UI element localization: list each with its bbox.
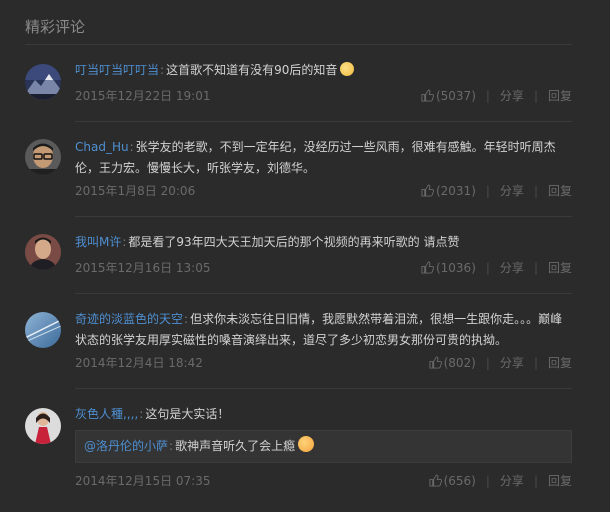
avatar[interactable] <box>25 139 61 175</box>
sweat-smile-emoji-icon <box>340 62 355 76</box>
avatar-blue-sky-image <box>25 312 61 348</box>
avatar[interactable] <box>25 408 61 444</box>
like-button[interactable]: (5037) <box>421 89 476 103</box>
share-button[interactable]: 分享 <box>500 354 524 371</box>
like-count: (1036) <box>435 260 476 275</box>
thumbs-up-icon <box>429 356 442 369</box>
comment-text: 叮当叮当叮叮当: 这首歌不知道有没有90后的知音 <box>75 60 572 81</box>
avatar[interactable] <box>25 64 61 100</box>
like-count: (656) <box>443 473 476 488</box>
comment-username[interactable]: 奇迹的淡蓝色的天空 <box>75 312 183 326</box>
comment-text: 我叫M许: 都是看了93年四大天王加天后的那个视频的再来听歌的 请点赞 <box>75 235 460 249</box>
share-button[interactable]: 分享 <box>500 87 524 104</box>
reply-button[interactable]: 回复 <box>548 472 572 489</box>
reply-button[interactable]: 回复 <box>548 354 572 371</box>
comment-text: Chad_Hu: 张学友的老歌，不到一定年纪，没经历过一些风雨，很难有感触。年轻时… <box>75 140 556 175</box>
comment-date: 2015年12月22日 19:01 <box>75 89 211 103</box>
comment-content: 这句是大实话！ <box>145 407 230 421</box>
kiss-emoji-icon <box>298 436 315 452</box>
like-button[interactable]: (2031) <box>421 184 476 198</box>
share-button[interactable]: 分享 <box>500 259 524 276</box>
thumbs-up-icon <box>429 474 442 487</box>
comment-date: 2015年1月8日 20:06 <box>75 184 196 198</box>
avatar-man-suit-image <box>25 234 61 270</box>
like-count: (2031) <box>435 183 476 198</box>
quoted-reply: @洛丹伦的小萨: 歌神声音听久了会上瘾 <box>75 430 572 463</box>
thumbs-up-icon <box>421 89 434 102</box>
comment-username[interactable]: 我叫M许 <box>75 235 121 249</box>
comment-divider <box>75 293 572 294</box>
reply-button[interactable]: 回复 <box>548 182 572 199</box>
like-count: (5037) <box>435 88 476 103</box>
comment-divider <box>75 216 572 217</box>
comment-username[interactable]: 灰色人種,,,, <box>75 407 138 421</box>
avatar[interactable] <box>25 234 61 270</box>
comment-date: 2014年12月4日 18:42 <box>75 356 203 370</box>
avatar-mountain-night-image <box>25 64 61 100</box>
comment-username[interactable]: Chad_Hu <box>75 140 129 154</box>
section-title: 精彩评论 <box>25 18 86 36</box>
section-divider <box>25 44 572 45</box>
quoted-username[interactable]: @洛丹伦的小萨 <box>84 439 168 453</box>
comment-date: 2014年12月15日 07:35 <box>75 474 211 488</box>
avatar-girl-red-dress-image <box>25 408 61 444</box>
comment-content: 这首歌不知道有没有90后的知音 <box>166 63 338 77</box>
reply-button[interactable]: 回复 <box>548 259 572 276</box>
quoted-content: 歌神声音听久了会上瘾 <box>175 439 296 453</box>
avatar[interactable] <box>25 312 61 348</box>
like-button[interactable]: (656) <box>429 474 476 488</box>
reply-button[interactable]: 回复 <box>548 87 572 104</box>
like-count: (802) <box>443 355 476 370</box>
thumbs-up-icon <box>421 261 434 274</box>
comment-content: 张学友的老歌，不到一定年纪，没经历过一些风雨，很难有感触。年轻时听周杰伦，王力宏… <box>75 140 556 175</box>
thumbs-up-icon <box>421 184 434 197</box>
comment-text: 灰色人種,,,,: 这句是大实话！ <box>75 407 230 421</box>
comment-divider <box>75 388 572 389</box>
comment-text: 奇迹的淡蓝色的天空: 但求你未淡忘往日旧情，我愿默然带着泪流，很想一生跟你走。。。… <box>75 312 563 347</box>
share-button[interactable]: 分享 <box>500 472 524 489</box>
like-button[interactable]: (802) <box>429 356 476 370</box>
like-button[interactable]: (1036) <box>421 261 476 275</box>
comment-content: 都是看了93年四大天王加天后的那个视频的再来听歌的 请点赞 <box>128 235 460 249</box>
comment-date: 2015年12月16日 13:05 <box>75 261 211 275</box>
share-button[interactable]: 分享 <box>500 182 524 199</box>
comment-divider <box>75 121 572 122</box>
avatar-man-glasses-image <box>25 139 61 175</box>
comment-username[interactable]: 叮当叮当叮叮当 <box>75 63 159 77</box>
